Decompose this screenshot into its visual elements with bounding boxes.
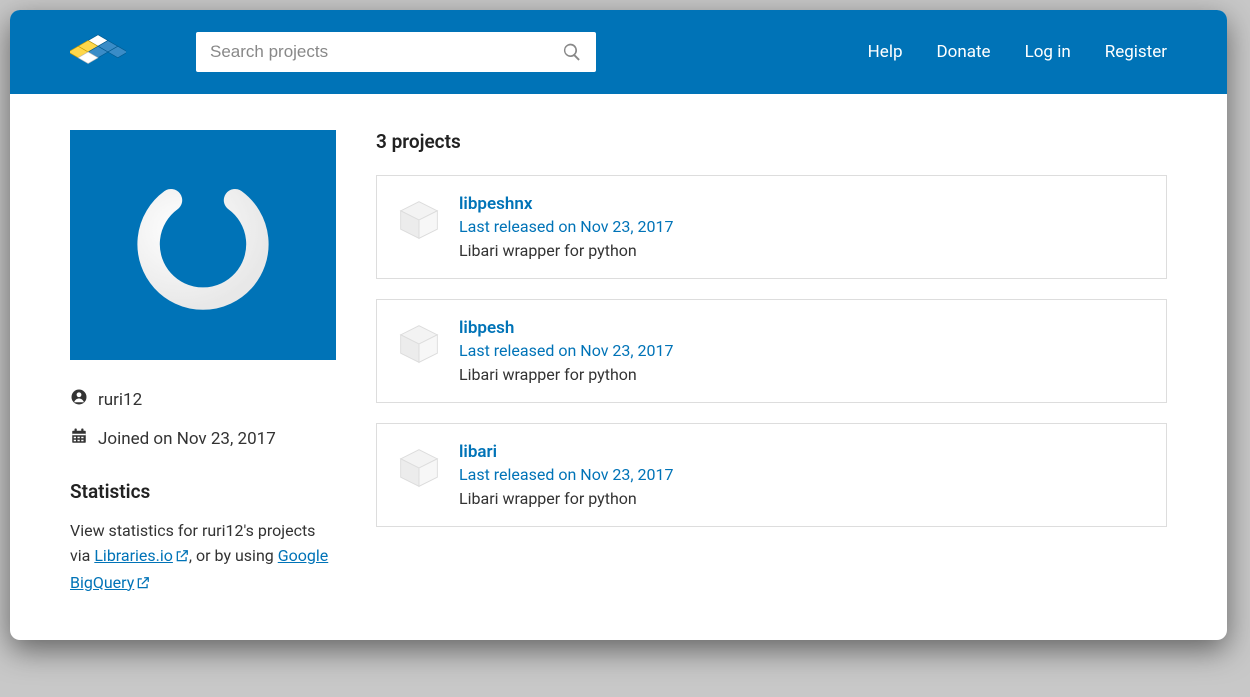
main-column: 3 projects libpeshnx Last released on No… xyxy=(376,130,1167,597)
project-info: libpesh Last released on Nov 23, 2017 Li… xyxy=(459,318,674,384)
user-sidebar: ruri12 xyxy=(70,130,336,597)
search-input[interactable] xyxy=(210,42,562,62)
project-name: libpesh xyxy=(459,318,674,338)
external-link-icon xyxy=(136,573,150,598)
project-info: libari Last released on Nov 23, 2017 Lib… xyxy=(459,442,674,508)
nav-help[interactable]: Help xyxy=(868,42,903,62)
projects-count-heading: 3 projects xyxy=(376,130,1167,153)
package-icon xyxy=(397,446,441,490)
project-card[interactable]: libpeshnx Last released on Nov 23, 2017 … xyxy=(376,175,1167,279)
project-name: libpeshnx xyxy=(459,194,674,214)
username-row: ruri12 xyxy=(70,388,336,411)
stats-text-mid: , or by using xyxy=(189,546,278,565)
project-card[interactable]: libari Last released on Nov 23, 2017 Lib… xyxy=(376,423,1167,527)
joined-date: Joined on Nov 23, 2017 xyxy=(98,429,276,449)
user-avatar xyxy=(70,130,336,360)
project-release-date: Last released on Nov 23, 2017 xyxy=(459,217,674,236)
project-description: Libari wrapper for python xyxy=(459,489,674,508)
project-release-date: Last released on Nov 23, 2017 xyxy=(459,465,674,484)
project-info: libpeshnx Last released on Nov 23, 2017 … xyxy=(459,194,674,260)
projects-list: libpeshnx Last released on Nov 23, 2017 … xyxy=(376,175,1167,527)
username: ruri12 xyxy=(98,390,142,410)
project-description: Libari wrapper for python xyxy=(459,365,674,384)
user-icon xyxy=(70,388,88,411)
joined-row: Joined on Nov 23, 2017 xyxy=(70,427,336,450)
nav-login[interactable]: Log in xyxy=(1025,42,1071,62)
nav-donate[interactable]: Donate xyxy=(937,42,991,62)
calendar-icon xyxy=(70,427,88,450)
search-box xyxy=(196,32,596,72)
header-nav: Help Donate Log in Register xyxy=(868,42,1167,62)
statistics-heading: Statistics xyxy=(70,480,336,503)
package-icon xyxy=(397,198,441,242)
site-header: Help Donate Log in Register xyxy=(10,10,1227,94)
page-content: ruri12 xyxy=(10,94,1227,597)
libraries-io-link[interactable]: Libraries.io xyxy=(94,546,189,565)
nav-register[interactable]: Register xyxy=(1105,42,1167,62)
statistics-text: View statistics for ruri12's projects vi… xyxy=(70,519,336,597)
search-icon[interactable] xyxy=(562,42,582,62)
project-release-date: Last released on Nov 23, 2017 xyxy=(459,341,674,360)
project-name: libari xyxy=(459,442,674,462)
external-link-icon xyxy=(175,546,189,571)
project-card[interactable]: libpesh Last released on Nov 23, 2017 Li… xyxy=(376,299,1167,403)
browser-window: Help Donate Log in Register xyxy=(10,10,1227,640)
package-icon xyxy=(397,322,441,366)
project-description: Libari wrapper for python xyxy=(459,241,674,260)
pypi-logo[interactable] xyxy=(70,24,126,80)
